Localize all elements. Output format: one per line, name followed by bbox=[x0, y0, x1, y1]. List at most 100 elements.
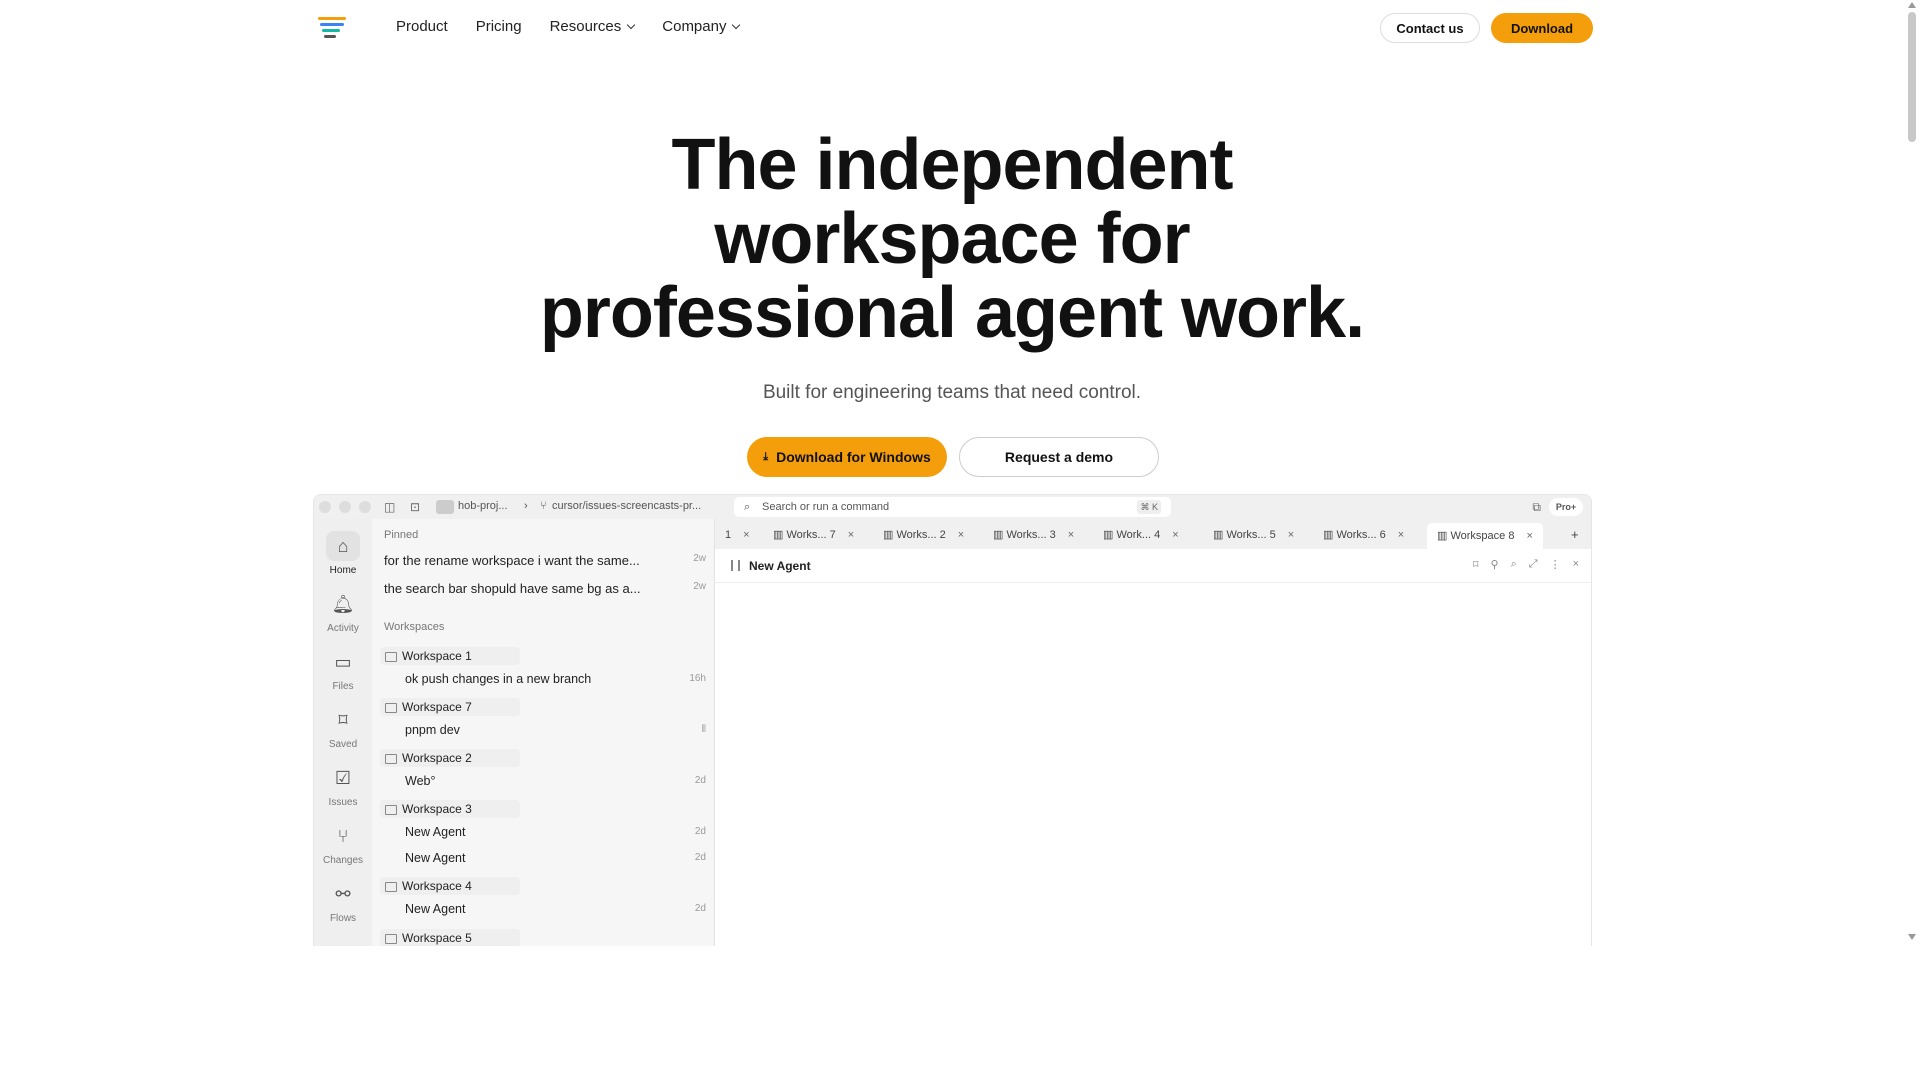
workspace-folder[interactable]: Workspace 4 bbox=[380, 877, 520, 895]
contact-us-button[interactable]: Contact us bbox=[1380, 13, 1480, 43]
nav-product[interactable]: Product bbox=[396, 18, 448, 35]
close-icon[interactable]: × bbox=[1068, 529, 1074, 541]
tab-active[interactable]: ▥ Workspace 8 × bbox=[1427, 523, 1543, 549]
tab[interactable]: ▥ Works... 2 × bbox=[883, 526, 964, 544]
nav-pricing[interactable]: Pricing bbox=[476, 18, 522, 35]
close-icon[interactable]: × bbox=[1573, 558, 1579, 571]
close-icon[interactable]: × bbox=[1526, 530, 1532, 542]
grid-icon bbox=[731, 560, 740, 571]
close-icon[interactable]: × bbox=[848, 529, 854, 541]
nav-resources[interactable]: Resources bbox=[550, 18, 635, 35]
workspace-item[interactable]: New Agent 2d bbox=[405, 825, 706, 839]
tab-label: Works... 5 bbox=[1226, 529, 1276, 541]
page-scrollbar[interactable] bbox=[1904, 0, 1920, 1080]
pinned-text: the search bar shopuld have same bg as a… bbox=[384, 581, 641, 596]
sidebar-toggle-icon[interactable]: ◫ bbox=[384, 500, 395, 514]
command-search-input[interactable]: ⌕ Search or run a command ⌘ K bbox=[734, 497, 1171, 517]
agent-header: New Agent ⌑ ⚲ ⌕ ⤢ ⋮ × bbox=[715, 549, 1591, 583]
pinned-heading: Pinned bbox=[384, 529, 419, 541]
rail-files[interactable]: ▭ Files bbox=[314, 647, 372, 692]
grid-icon: ▥ bbox=[1103, 529, 1117, 541]
grid-icon: ▥ bbox=[1213, 529, 1227, 541]
workspace-folder[interactable]: Workspace 3 bbox=[380, 800, 520, 818]
pinned-time: 2w bbox=[693, 581, 706, 592]
project-avatar bbox=[436, 500, 454, 514]
item-text: New Agent bbox=[405, 902, 466, 916]
pinned-text: for the rename workspace i want the same… bbox=[384, 553, 640, 568]
item-text: New Agent bbox=[405, 825, 466, 839]
folder-icon: ▭ bbox=[334, 652, 352, 672]
rail-changes[interactable]: ⑂ Changes bbox=[314, 821, 372, 866]
rail-label: Changes bbox=[322, 855, 364, 866]
bell-icon: 🔔︎ bbox=[331, 594, 355, 614]
tab-label: Works... 6 bbox=[1336, 529, 1386, 541]
new-chat-icon[interactable]: ⊡ bbox=[410, 500, 420, 514]
workspace-folder[interactable]: Workspace 5 bbox=[380, 929, 520, 946]
close-icon[interactable]: × bbox=[1172, 529, 1178, 541]
workspace-item[interactable]: pnpm dev ⦀ bbox=[405, 723, 706, 737]
breadcrumb-branch[interactable]: cursor/issues-screencasts-pr... bbox=[552, 500, 701, 512]
rail-issues[interactable]: ☑ Issues bbox=[314, 763, 372, 808]
tab[interactable]: ▥ Work... 4 × bbox=[1103, 526, 1179, 544]
hero-title-line: workspace for bbox=[714, 199, 1190, 279]
plan-badge[interactable]: Pro+ bbox=[1549, 498, 1583, 516]
workspace-folder[interactable]: Workspace 7 bbox=[380, 698, 520, 716]
pinned-item[interactable]: the search bar shopuld have same bg as a… bbox=[384, 581, 706, 596]
rail-label: Files bbox=[332, 681, 354, 692]
workspace-folder[interactable]: Workspace 1 bbox=[380, 647, 520, 665]
workspace-folder[interactable]: Workspace 2 bbox=[380, 749, 520, 767]
top-nav: Product Pricing Resources Company Contac… bbox=[0, 0, 1904, 56]
rail-label: Flows bbox=[329, 913, 357, 924]
scroll-down-arrow[interactable] bbox=[1908, 934, 1916, 940]
tab[interactable]: ▥ Works... 7 × bbox=[773, 526, 854, 544]
scroll-thumb[interactable] bbox=[1908, 12, 1916, 142]
workspace-item[interactable]: New Agent 2d bbox=[405, 902, 706, 916]
running-icon: ⦀ bbox=[701, 724, 706, 735]
item-time: 2d bbox=[694, 826, 706, 837]
rail-flows[interactable]: ⚯ Flows bbox=[314, 879, 372, 924]
screens-icon[interactable]: ⧉ bbox=[1532, 500, 1541, 515]
item-time: 2d bbox=[694, 775, 706, 786]
close-icon[interactable]: × bbox=[743, 529, 749, 541]
download-button[interactable]: Download bbox=[1491, 13, 1593, 43]
close-icon[interactable]: × bbox=[1398, 529, 1404, 541]
tab[interactable]: ▥ Works... 3 × bbox=[993, 526, 1074, 544]
expand-icon[interactable]: ⤢ bbox=[1529, 558, 1538, 571]
tab[interactable]: ▥ Works... 5 × bbox=[1213, 526, 1294, 544]
agent-panel: New Agent ⌑ ⚲ ⌕ ⤢ ⋮ × bbox=[715, 549, 1591, 946]
tab-label: 1 bbox=[725, 529, 732, 541]
search-icon[interactable]: ⌕ bbox=[1511, 558, 1517, 571]
new-tab-icon[interactable]: + bbox=[1571, 526, 1579, 544]
close-icon[interactable]: × bbox=[1288, 529, 1294, 541]
breadcrumb-project[interactable]: hob-proj... bbox=[458, 500, 508, 512]
tab-label: Works... 7 bbox=[786, 529, 836, 541]
rail-label: Issues bbox=[328, 797, 358, 808]
item-time: 2d bbox=[694, 852, 706, 863]
pinned-item[interactable]: for the rename workspace i want the same… bbox=[384, 553, 706, 568]
workspace-item[interactable]: ok push changes in a new branch 16h bbox=[405, 672, 706, 686]
command-placeholder: Search or run a command bbox=[762, 501, 890, 513]
agent-actions: ⌑ ⚲ ⌕ ⤢ ⋮ × bbox=[1473, 558, 1579, 571]
tab-label: Works... 2 bbox=[896, 529, 946, 541]
bookmark-icon[interactable]: ⌑ bbox=[1473, 558, 1479, 571]
tab[interactable]: ▥ Works... 6 × bbox=[1323, 526, 1404, 544]
rail-saved[interactable]: ⌑ Saved bbox=[314, 705, 372, 750]
brand-logo[interactable] bbox=[318, 17, 346, 38]
workspaces-heading: Workspaces bbox=[384, 621, 445, 633]
nav-company[interactable]: Company bbox=[662, 18, 739, 35]
download-windows-label: Download for Windows bbox=[776, 449, 931, 465]
download-windows-button[interactable]: ⤓ Download for Windows bbox=[747, 437, 947, 477]
rail-home[interactable]: ⌂ Home bbox=[314, 531, 372, 576]
tab[interactable]: 1 × bbox=[725, 526, 750, 544]
pin-icon[interactable]: ⚲ bbox=[1491, 558, 1499, 571]
window-controls bbox=[319, 501, 371, 513]
workspace-item[interactable]: Web° 2d bbox=[405, 774, 706, 788]
scroll-up-arrow[interactable] bbox=[1908, 2, 1916, 8]
close-icon[interactable]: × bbox=[958, 529, 964, 541]
workspace-item[interactable]: New Agent 2d bbox=[405, 851, 706, 865]
app-screenshot: ◫ ⊡ hob-proj... › ⑂ cursor/issues-screen… bbox=[313, 494, 1592, 946]
grid-icon: ▥ bbox=[773, 529, 787, 541]
rail-activity[interactable]: 🔔︎ Activity bbox=[314, 589, 372, 634]
more-icon[interactable]: ⋮ bbox=[1550, 558, 1561, 571]
request-demo-button[interactable]: Request a demo bbox=[959, 437, 1159, 477]
